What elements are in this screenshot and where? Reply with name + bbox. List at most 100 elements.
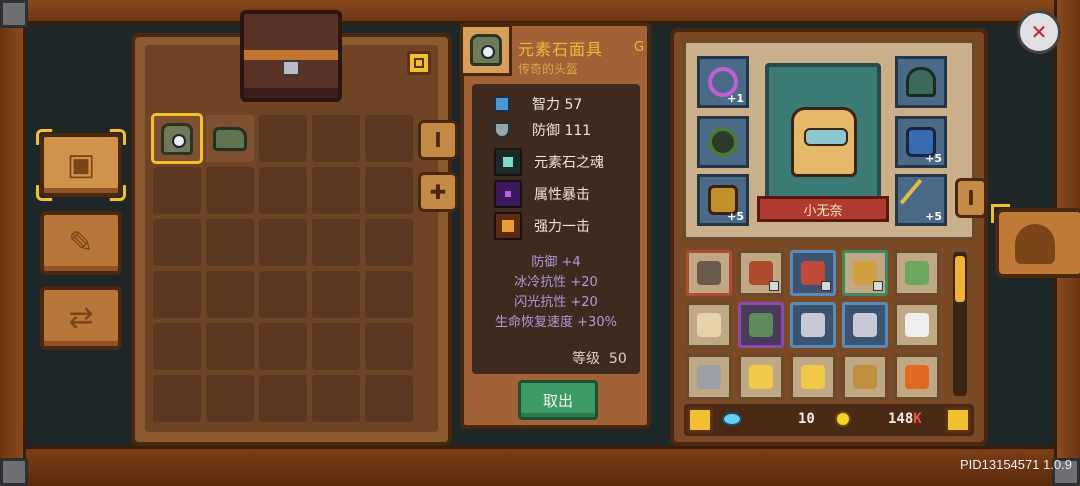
- storage-slot[interactable]: [365, 219, 413, 266]
- storage-slot[interactable]: [206, 375, 254, 422]
- green-hood-icon: [906, 67, 936, 97]
- close-button[interactable]: ✕: [1017, 10, 1061, 54]
- storage-slot[interactable]: [365, 323, 413, 370]
- lock-icon: [821, 281, 831, 291]
- storage-slot[interactable]: [153, 375, 201, 422]
- material-slot[interactable]: [686, 354, 732, 400]
- materials-scrollbar[interactable]: [953, 252, 967, 396]
- lock-icon: [769, 281, 779, 291]
- character-name: 小无奈: [757, 196, 889, 222]
- frame-corner: [0, 0, 28, 28]
- storage-slot[interactable]: [153, 167, 201, 214]
- material-slot[interactable]: [686, 250, 732, 296]
- material-slot[interactable]: [894, 250, 940, 296]
- equip-slot-armor[interactable]: +5: [895, 116, 947, 168]
- add-tab-button[interactable]: ✚: [418, 172, 458, 212]
- material-slot[interactable]: [842, 302, 888, 348]
- lock-button[interactable]: [687, 407, 713, 433]
- item-level: 等级 50: [572, 351, 627, 367]
- storage-slot[interactable]: [312, 219, 360, 266]
- bonus-line: 防御 +4: [531, 255, 581, 270]
- material-slot[interactable]: [790, 250, 836, 296]
- sort-button[interactable]: [945, 407, 971, 433]
- intelligence-book-icon: [494, 96, 510, 112]
- item-grade: G: [634, 40, 645, 55]
- material-slot[interactable]: [738, 302, 784, 348]
- material-slot[interactable]: [842, 250, 888, 296]
- equip-slot-necklace[interactable]: +1: [697, 56, 749, 108]
- storage-slot[interactable]: [259, 323, 307, 370]
- tab-exchange[interactable]: ⇄: [40, 286, 122, 350]
- storage-slot[interactable]: [206, 219, 254, 266]
- storage-slot[interactable]: [312, 375, 360, 422]
- elemental-mask-icon: [470, 34, 502, 66]
- skill-power-strike[interactable]: 强力一击: [494, 212, 590, 240]
- material-slot[interactable]: [738, 354, 784, 400]
- storage-slot[interactable]: [259, 375, 307, 422]
- storage-slot[interactable]: [206, 167, 254, 214]
- tab-storage[interactable]: ▣: [40, 133, 122, 197]
- storage-slot[interactable]: [365, 115, 413, 162]
- storage-slot[interactable]: [259, 115, 307, 162]
- scroll-map-icon: ✎: [68, 225, 94, 261]
- material-slot[interactable]: [894, 302, 940, 348]
- storage-slot[interactable]: [259, 219, 307, 266]
- material-slot[interactable]: [790, 354, 836, 400]
- storage-slot[interactable]: [312, 271, 360, 318]
- bonus-line: 冰冷抗性 +20: [514, 275, 598, 290]
- parchment-icon: [697, 313, 721, 337]
- green-swirl-icon: [749, 313, 773, 337]
- scroll-thumb[interactable]: [955, 256, 965, 302]
- equip-slot-helmet[interactable]: [895, 56, 947, 108]
- equip-slot-ring[interactable]: [697, 116, 749, 168]
- material-slot[interactable]: [790, 302, 836, 348]
- bonus-line: 生命恢复速度 +30%: [495, 315, 617, 330]
- plus-icon: ✚: [429, 180, 447, 204]
- storage-slot[interactable]: [259, 271, 307, 318]
- coin-count: 148K: [888, 411, 922, 427]
- material-slot[interactable]: [686, 302, 732, 348]
- storage-slot[interactable]: [312, 115, 360, 162]
- storage-slot[interactable]: [259, 167, 307, 214]
- lock-icon: [873, 281, 883, 291]
- gold-bar-icon: [749, 365, 773, 389]
- storage-slot[interactable]: [153, 271, 201, 318]
- equip-slot-weapon[interactable]: +5: [895, 174, 947, 226]
- storage-slot[interactable]: [151, 113, 203, 164]
- stat-intelligence: 智力 57: [494, 94, 582, 114]
- material-slot[interactable]: [842, 354, 888, 400]
- wood-frame-left: [0, 0, 26, 486]
- storage-slot[interactable]: [206, 115, 254, 162]
- skill-element-crit[interactable]: 属性暴击: [494, 180, 590, 208]
- storage-slot[interactable]: [365, 271, 413, 318]
- item-name: 元素石面具: [518, 40, 604, 59]
- gold-bar-icon: [801, 365, 825, 389]
- material-slot[interactable]: [738, 250, 784, 296]
- tab-blueprint[interactable]: ✎: [40, 211, 122, 275]
- storage-slot[interactable]: [153, 323, 201, 370]
- material-slot[interactable]: [894, 354, 940, 400]
- skill-elemental-soul[interactable]: 元素石之魂: [494, 148, 604, 176]
- equip-slot-bracer[interactable]: +5: [697, 174, 749, 226]
- storage-slot[interactable]: [312, 167, 360, 214]
- grid-view-button[interactable]: [407, 51, 431, 75]
- storage-slot[interactable]: [153, 219, 201, 266]
- chest-icon: ▣: [66, 147, 96, 183]
- wheat-icon: [853, 365, 877, 389]
- storage-slot[interactable]: [365, 167, 413, 214]
- spirit-orb-icon: [494, 148, 522, 176]
- storage-slot[interactable]: [365, 375, 413, 422]
- tab-equipment[interactable]: [991, 204, 1080, 278]
- storage-slot[interactable]: [206, 323, 254, 370]
- bone-icon: [853, 313, 877, 337]
- close-icon: ✕: [1030, 20, 1048, 44]
- storage-slot[interactable]: [206, 271, 254, 318]
- take-out-button[interactable]: 取出: [518, 380, 598, 420]
- storage-slot[interactable]: [312, 323, 360, 370]
- storage-chest-icon: [240, 10, 342, 102]
- green-boots-icon: [213, 126, 247, 151]
- info-tab-button[interactable]: I: [418, 120, 458, 160]
- character-info-tab[interactable]: I: [955, 178, 987, 218]
- storage-grid: [151, 113, 413, 422]
- frame-corner: [0, 458, 28, 486]
